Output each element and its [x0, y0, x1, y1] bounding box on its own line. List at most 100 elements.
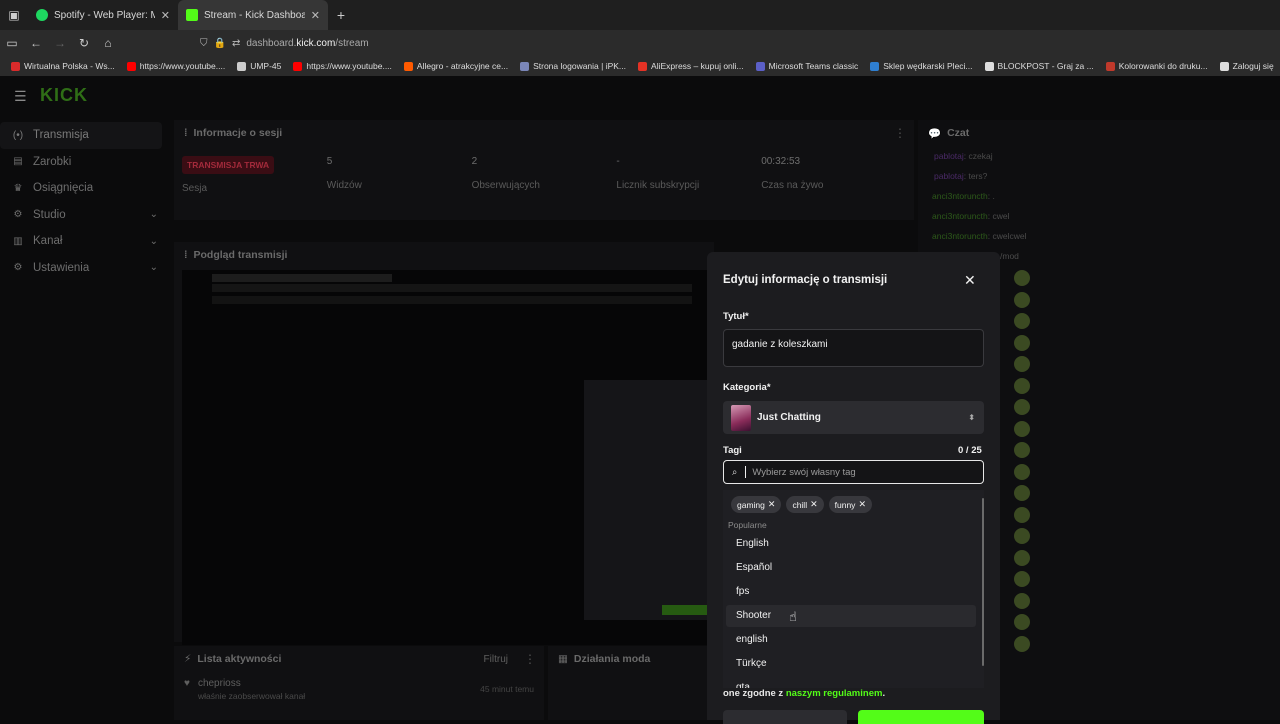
bookmark-item[interactable]: https://www.youtube.... — [288, 61, 397, 71]
tag-dropdown: gaming ✕ chill ✕ funny ✕ Popularne English Esp… — [723, 490, 984, 688]
tag-option[interactable]: English — [726, 533, 976, 555]
activity-user[interactable]: chepriоss — [198, 678, 305, 689]
tag-chip[interactable]: gaming ✕ — [731, 496, 782, 513]
drag-handle-icon[interactable]: ⁞ — [184, 249, 188, 261]
shield-icon[interactable]: ⛉ — [200, 38, 208, 49]
tag-option[interactable]: gta — [726, 677, 976, 688]
bookmark-item[interactable]: BLOCKPOST - Graj za ... — [980, 61, 1099, 71]
dropdown-scrollbar[interactable] — [982, 498, 984, 666]
lock-icon[interactable]: 🔒 — [214, 38, 226, 49]
filter-button[interactable]: Filtruj — [484, 654, 508, 665]
stream-preview-title: Podgląd transmisji — [193, 249, 288, 261]
bookmark-item[interactable]: Allegro - atrakcyjne ce... — [399, 61, 513, 71]
session-stat: 5 Widzów — [327, 156, 472, 194]
tag-option[interactable]: fps — [726, 581, 976, 603]
title-input[interactable]: gadanie z koleszkami — [723, 329, 984, 367]
chat-text: : ters? — [963, 171, 988, 181]
chat-username[interactable]: pablotaj — [934, 171, 964, 181]
tag-search-input[interactable]: ⌕ Wybierz swój własny tag — [723, 460, 984, 484]
reload-icon[interactable]: ↻ — [72, 36, 96, 50]
cancel-button[interactable] — [723, 710, 847, 724]
stream-preview-video — [182, 270, 714, 645]
bookmark-label: Allegro - atrakcyjne ce... — [416, 61, 509, 71]
close-icon[interactable]: ✕ — [964, 272, 976, 289]
bookmark-item[interactable]: Kolorowanki do druku... — [1101, 61, 1213, 71]
emote-icon — [1014, 356, 1030, 372]
tag-option[interactable]: Türkçe — [726, 653, 976, 675]
chat-username[interactable]: anci3ntoruncth — [932, 191, 988, 201]
tag-option[interactable]: Español — [726, 557, 976, 579]
session-stat: 00:32:53 Czas na żywo — [761, 156, 906, 194]
sidebar-item-settings[interactable]: ⚙ Ustawienia ⌄ — [0, 255, 170, 282]
session-info-header: ⁞ Informacje o sesji — [174, 120, 914, 146]
back-icon[interactable]: ← — [24, 36, 48, 50]
bookmark-favicon-icon — [1219, 61, 1229, 71]
new-tab-icon[interactable]: + — [328, 7, 354, 23]
menu-icon[interactable]: ☰ — [14, 88, 27, 105]
chat-username[interactable]: pablotaj — [934, 151, 964, 161]
mod-actions-title: Działania moda — [573, 653, 651, 665]
bookmark-item[interactable]: AliExpress – kupuj onli... — [633, 61, 749, 71]
kick-logo[interactable]: KICK — [40, 85, 88, 106]
remove-tag-icon[interactable]: ✕ — [768, 499, 776, 510]
chat-text: : czekaj — [963, 151, 993, 161]
category-select[interactable]: Just Chatting ⬍ — [723, 401, 984, 434]
tag-chip[interactable]: chill ✕ — [786, 496, 824, 513]
chat-username[interactable]: anci3ntoruncth — [932, 231, 988, 241]
popular-label: Popularne — [728, 520, 767, 530]
permissions-icon[interactable]: ⇄ — [232, 38, 240, 49]
emote-icon — [1014, 442, 1030, 458]
bookmark-item[interactable]: Zaloguj się — [1215, 61, 1279, 71]
session-stat: 2 Obserwujących — [472, 156, 617, 194]
earnings-icon: ▤ — [13, 156, 23, 168]
bookmark-label: BLOCKPOST - Graj za ... — [997, 61, 1094, 71]
more-options-icon[interactable]: ⋮ — [524, 652, 536, 666]
bookmark-favicon-icon — [11, 61, 20, 71]
chat-username[interactable]: anci3ntoruncth — [932, 211, 988, 221]
drag-handle-icon[interactable]: ⁞ — [184, 127, 188, 139]
sidebar-toggle-icon[interactable]: ▭ — [0, 36, 24, 50]
tab-kick-dashboard[interactable]: Stream - Kick Dashboard ✕ — [178, 0, 328, 30]
save-button[interactable] — [858, 710, 984, 724]
remove-tag-icon[interactable]: ✕ — [858, 499, 866, 510]
session-stat-value: 2 — [471, 156, 478, 167]
tab-spotify[interactable]: Spotify - Web Player: Music for ✕ — [28, 0, 178, 30]
forward-icon[interactable]: → — [48, 36, 72, 50]
broadcast-icon: (•) — [12, 129, 24, 141]
bookmark-item[interactable]: https://www.youtube.... — [122, 61, 231, 71]
chevron-down-icon[interactable]: ⌄ — [150, 236, 158, 247]
bookmark-item[interactable]: Wirtualna Polska - Ws... — [6, 61, 120, 71]
home-icon[interactable]: ⌂ — [96, 36, 120, 50]
sidebar-item-earnings[interactable]: ▤ Zarobki — [0, 149, 170, 176]
tag-chip-label: gaming — [737, 499, 765, 510]
chevron-down-icon[interactable]: ⌄ — [150, 262, 158, 273]
status-badge: TRANSMISJA TRWA — [182, 156, 275, 174]
close-tab-icon[interactable]: ✕ — [161, 9, 170, 22]
address-bar[interactable]: ⛉ 🔒 ⇄ dashboard.kick.com/stream — [200, 38, 369, 49]
remove-tag-icon[interactable]: ✕ — [810, 499, 818, 510]
close-tab-icon[interactable]: ✕ — [311, 9, 320, 22]
bookmark-label: https://www.youtube.... — [139, 61, 226, 71]
tab-title: Spotify - Web Player: Music for — [54, 9, 155, 21]
sidebar-item-label: Zarobki — [33, 155, 72, 168]
bookmark-item[interactable]: Microsoft Teams classic — [751, 61, 864, 71]
more-options-icon[interactable]: ⋮ — [894, 126, 906, 140]
tag-chip-label: funny — [834, 499, 856, 510]
sidebar-item-broadcast[interactable]: (•) Transmisja — [0, 122, 162, 149]
rules-link[interactable]: naszym regulaminem — [786, 688, 883, 699]
tag-option[interactable]: english — [726, 629, 976, 651]
url-text[interactable]: dashboard.kick.com/stream — [246, 38, 368, 49]
sidebar-item-channel[interactable]: ▥ Kanał ⌄ — [0, 228, 170, 255]
sidebar-item-label: Ustawienia — [33, 261, 90, 274]
sidebar-item-studio[interactable]: ⚙ Studio ⌄ — [0, 202, 170, 229]
bookmark-item[interactable]: UMP-45 — [232, 61, 286, 71]
chevron-down-icon[interactable]: ⌄ — [150, 209, 158, 220]
bookmark-item[interactable]: Strona logowania | iPK... — [515, 61, 631, 71]
bookmark-item[interactable]: Sklep wędkarski Pleci... — [865, 61, 977, 71]
tag-chip[interactable]: funny ✕ — [828, 496, 872, 513]
tab-actions-icon[interactable]: ▣ — [0, 0, 28, 30]
sidebar-item-trophy[interactable]: ♛ Osiągnięcia — [0, 175, 170, 202]
bookmark-favicon-icon — [403, 61, 413, 71]
tag-option[interactable]: Shooter — [726, 605, 976, 627]
bookmark-favicon-icon — [638, 61, 648, 71]
